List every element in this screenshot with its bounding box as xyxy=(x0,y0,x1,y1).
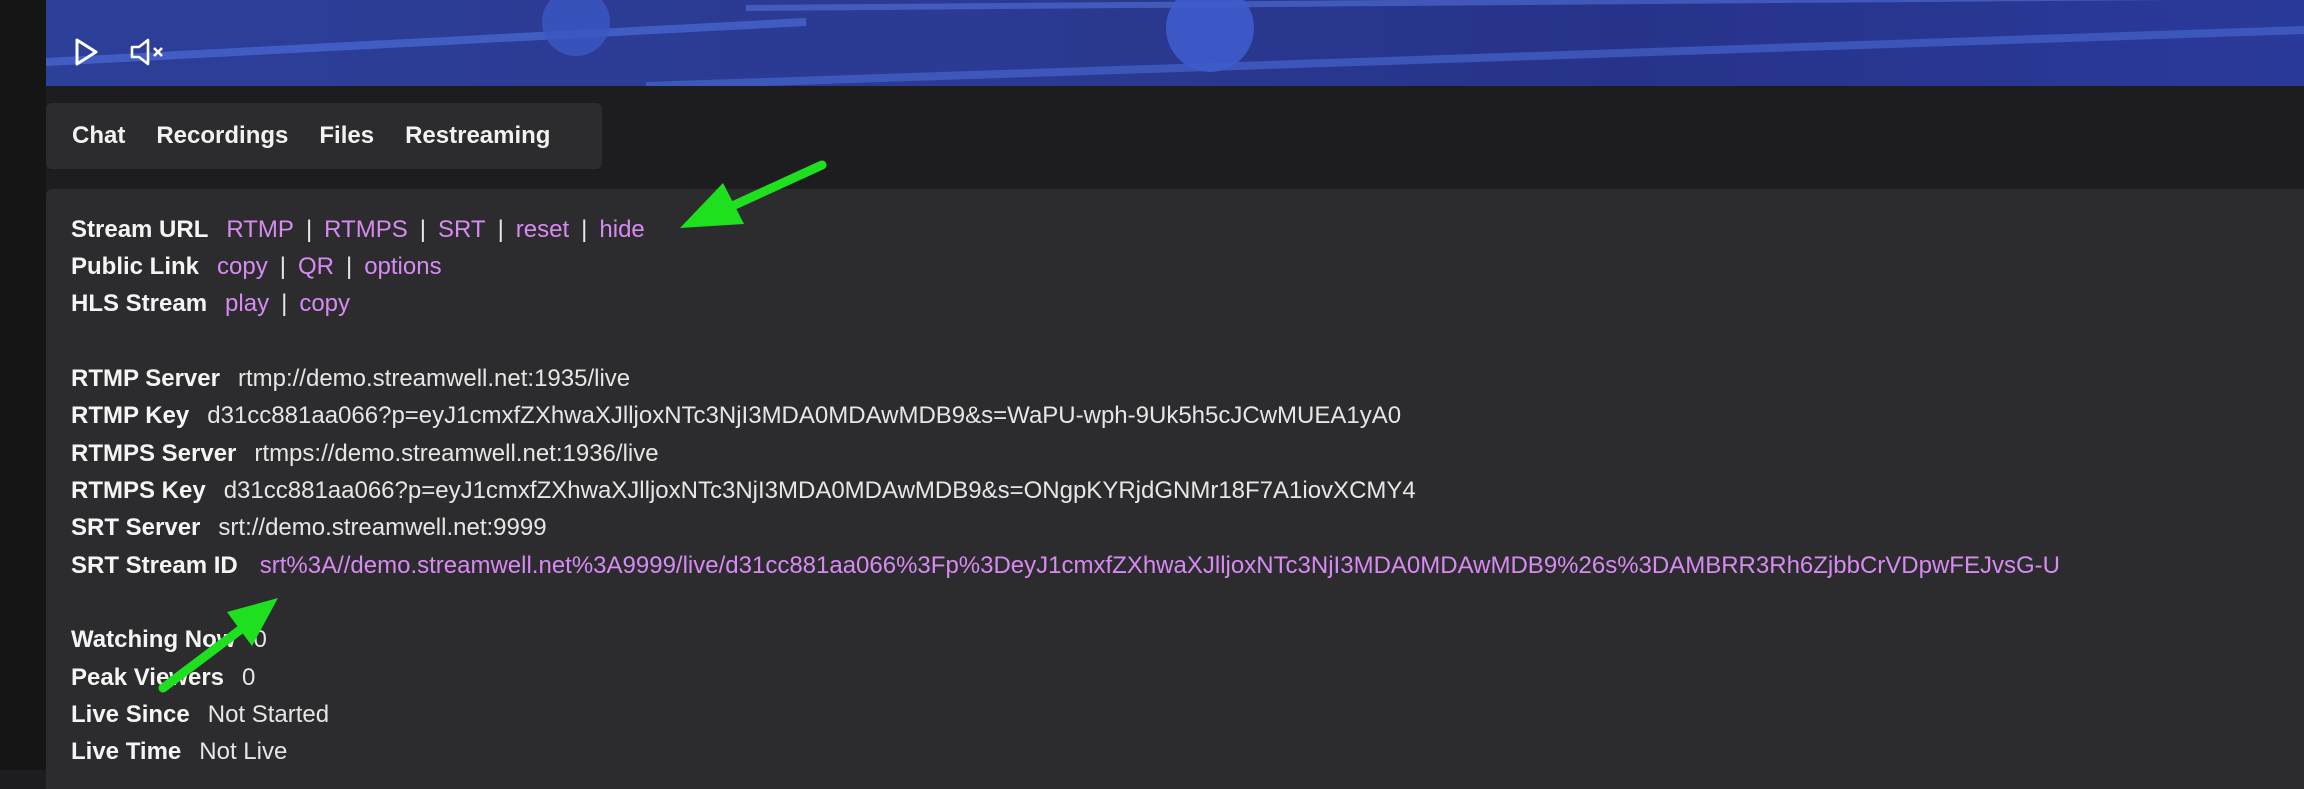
peak-viewers-value: 0 xyxy=(242,664,256,691)
stream-url-label: Stream URL xyxy=(71,216,209,243)
public-link-copy-link[interactable]: copy xyxy=(217,253,268,280)
watching-now-label: Watching Now xyxy=(71,626,236,653)
rtmps-server-row: RTMPS Server rtmps://demo.streamwell.net:… xyxy=(71,439,659,469)
stream-url-row: Stream URL RTMP | RTMPS | SRT | reset | hide xyxy=(71,215,645,245)
peak-viewers-label: Peak Viewers xyxy=(71,664,225,691)
rtmp-server-label: RTMP Server xyxy=(71,365,220,392)
tab-files[interactable]: Files xyxy=(319,122,374,150)
options-link[interactable]: options xyxy=(364,253,441,280)
hide-link[interactable]: hide xyxy=(599,216,644,243)
rtmp-server-row: RTMP Server rtmp://demo.streamwell.net:19… xyxy=(71,364,630,394)
live-time-label: Live Time xyxy=(71,738,182,765)
tab-recordings[interactable]: Recordings xyxy=(156,122,288,150)
left-sidebar-strip xyxy=(0,0,46,770)
watching-now-value: 0 xyxy=(253,626,267,653)
srt-link[interactable]: SRT xyxy=(438,216,486,243)
mute-button[interactable] xyxy=(128,32,168,72)
srt-stream-id-row: SRT Stream ID srt%3A//demo.streamwell.net… xyxy=(71,551,2060,581)
public-link-row: Public Link copy | QR | options xyxy=(71,252,442,282)
play-icon xyxy=(75,38,98,66)
srt-server-row: SRT Server srt://demo.streamwell.net:9999 xyxy=(71,513,547,543)
separator: | xyxy=(345,253,353,280)
play-button[interactable] xyxy=(66,32,106,72)
tab-restreaming[interactable]: Restreaming xyxy=(405,122,550,150)
watching-now-row: Watching Now 0 xyxy=(71,625,267,655)
peak-viewers-row: Peak Viewers 0 xyxy=(71,663,255,693)
rtmp-key-row: RTMP Key d31cc881aa066?p=eyJ1cmxfZXhwaXJl… xyxy=(71,401,1401,431)
rtmps-server-value[interactable]: rtmps://demo.streamwell.net:1936/live xyxy=(254,440,658,467)
live-time-value: Not Live xyxy=(199,738,288,765)
rtmps-key-row: RTMPS Key d31cc881aa066?p=eyJ1cmxfZXhwaXJ… xyxy=(71,476,1416,506)
separator: | xyxy=(281,290,288,317)
live-since-row: Live Since Not Started xyxy=(71,700,329,730)
separator: | xyxy=(419,216,426,243)
tab-bar: Chat Recordings Files Restreaming xyxy=(46,103,602,169)
hls-play-link[interactable]: play xyxy=(225,290,269,317)
tab-chat[interactable]: Chat xyxy=(72,122,125,150)
live-time-row: Live Time Not Live xyxy=(71,737,287,767)
separator: | xyxy=(581,216,588,243)
rtmp-key-label: RTMP Key xyxy=(71,402,190,429)
video-background-graphic xyxy=(46,0,2304,86)
stream-info-panel: Stream URL RTMP | RTMPS | SRT | reset | hide Publ… xyxy=(46,189,2304,789)
srt-server-label: SRT Server xyxy=(71,514,201,541)
rtmp-server-value[interactable]: rtmp://demo.streamwell.net:1935/live xyxy=(238,365,630,392)
qr-link[interactable]: QR xyxy=(298,253,334,280)
public-link-label: Public Link xyxy=(71,253,200,280)
separator: | xyxy=(279,253,286,280)
rtmps-key-value[interactable]: d31cc881aa066?p=eyJ1cmxfZXhwaXJlljoxNTc3… xyxy=(224,477,1416,504)
hls-stream-label: HLS Stream xyxy=(71,290,208,317)
srt-stream-id-label: SRT Stream ID xyxy=(71,552,238,579)
live-since-label: Live Since xyxy=(71,701,190,728)
live-since-value: Not Started xyxy=(207,701,330,728)
separator: | xyxy=(497,216,504,243)
rtmp-key-value[interactable]: d31cc881aa066?p=eyJ1cmxfZXhwaXJlljoxNTc3… xyxy=(207,402,1401,429)
video-player[interactable] xyxy=(46,0,2304,86)
speaker-muted-icon xyxy=(130,38,163,66)
srt-server-value[interactable]: srt://demo.streamwell.net:9999 xyxy=(218,514,546,541)
rtmps-server-label: RTMPS Server xyxy=(71,440,237,467)
hls-copy-link[interactable]: copy xyxy=(299,290,350,317)
hls-stream-row: HLS Stream play | copy xyxy=(71,289,350,319)
rtmps-key-label: RTMPS Key xyxy=(71,477,206,504)
reset-link[interactable]: reset xyxy=(516,216,569,243)
rtmp-link[interactable]: RTMP xyxy=(226,216,294,243)
rtmps-link[interactable]: RTMPS xyxy=(324,216,408,243)
separator: | xyxy=(305,216,313,243)
srt-stream-id-link[interactable]: srt%3A//demo.streamwell.net%3A9999/live/… xyxy=(260,552,2060,579)
